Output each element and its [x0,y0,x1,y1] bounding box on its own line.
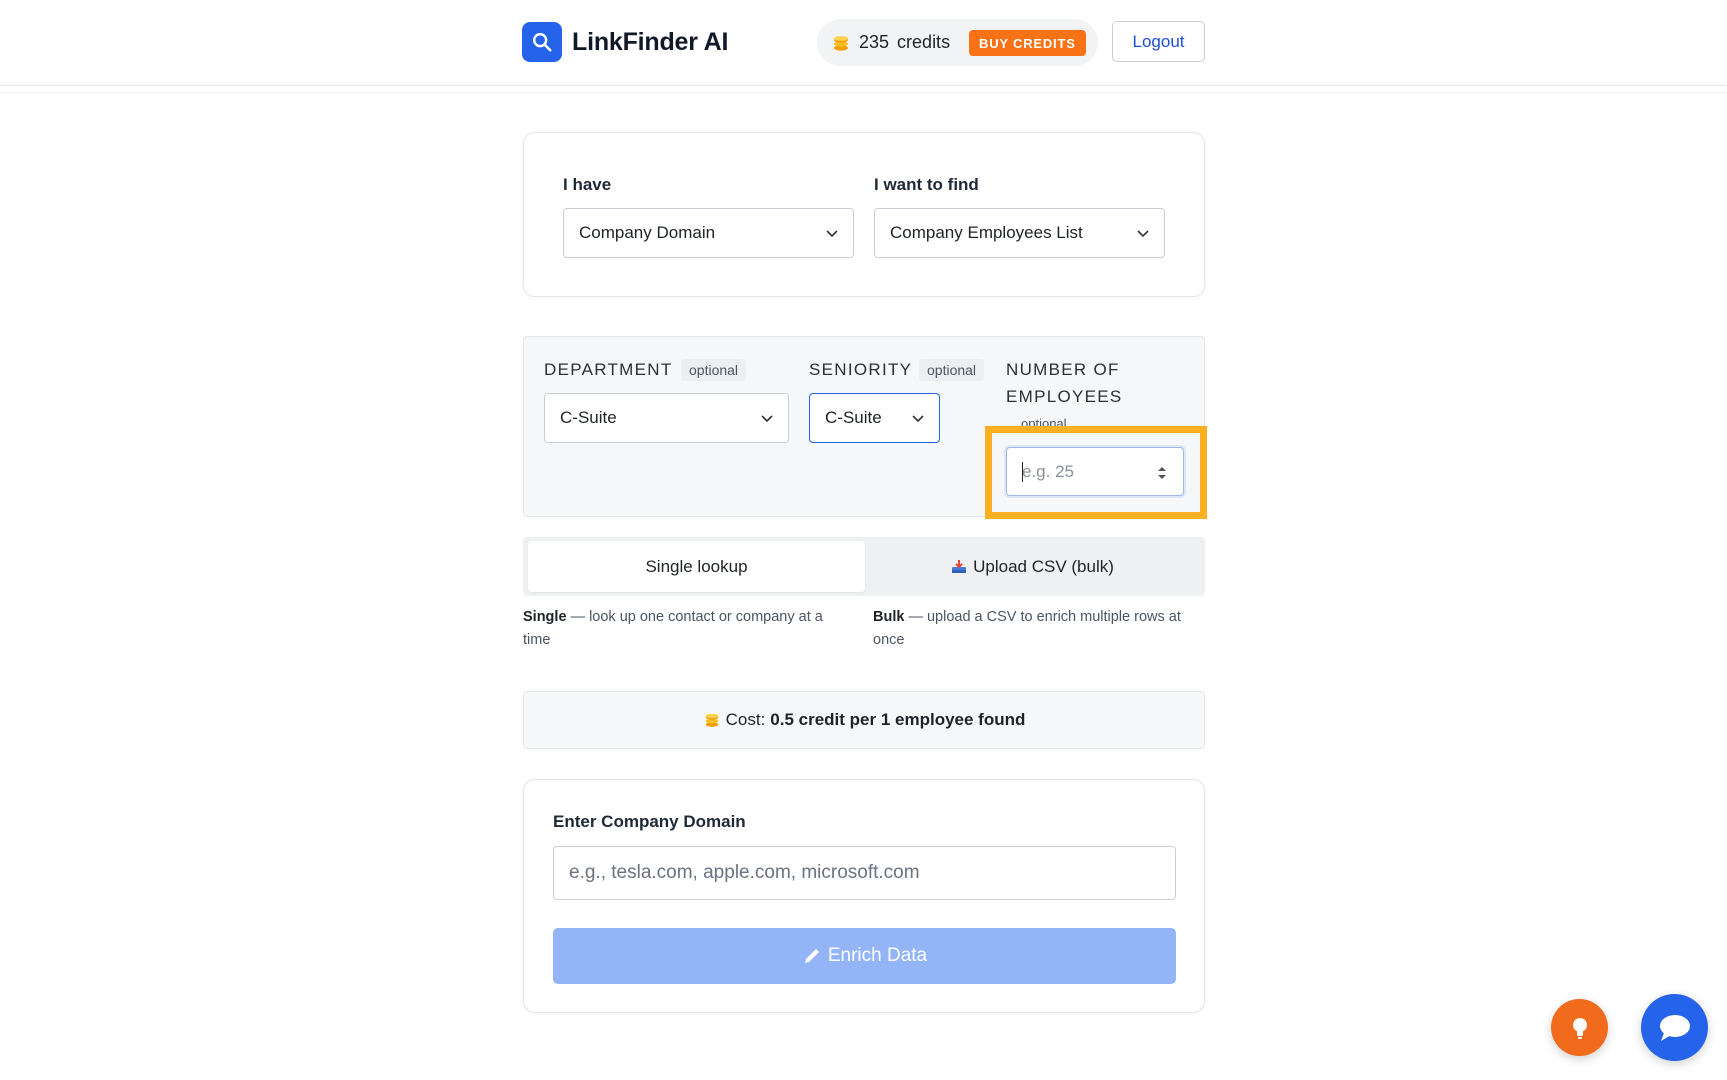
department-select[interactable]: C-Suite [544,393,789,443]
chat-bubble-icon [1659,1014,1690,1041]
credits-count: 235 [859,32,890,52]
department-select-value: C-Suite [560,408,617,427]
single-desc-text: — look up one contact or company at a ti… [523,609,823,648]
chevron-down-icon [826,230,838,238]
cost-value: 0.5 credit per 1 employee found [770,710,1026,729]
chevron-down-icon [912,415,924,423]
buy-credits-button[interactable]: BUY CREDITS [969,30,1086,56]
find-label: I want to find [874,175,979,194]
credits-label: credits [897,32,951,52]
enrich-data-button[interactable]: Enrich Data [553,928,1176,984]
department-optional-badge: optional [681,359,747,381]
find-select-value: Company Employees List [890,223,1083,242]
seniority-select-value: C-Suite [825,408,882,427]
seniority-optional-badge: optional [919,359,985,381]
top-header: LinkFinder AI 235 credits BUY CREDITS Lo… [0,0,1727,93]
tab-single-lookup[interactable]: Single lookup [528,541,865,592]
bulk-desc-bold: Bulk [873,609,905,625]
lookup-mode-tabs: Single lookup Upload CSV (bulk) [523,537,1205,596]
enrich-data-label: Enrich Data [827,945,928,966]
cost-info: Cost: 0.5 credit per 1 employee found [523,691,1205,749]
lightbulb-icon [1572,1017,1587,1039]
find-select[interactable]: Company Employees List [874,208,1165,258]
department-label: DEPARTMENT [544,360,673,379]
chat-button[interactable] [1641,994,1708,1061]
bulk-desc-text: — upload a CSV to enrich multiple rows a… [873,609,1181,648]
tips-button[interactable] [1551,999,1608,1056]
brand[interactable]: LinkFinder AI [522,22,728,62]
bulk-description: Bulk — upload a CSV to enrich multiple r… [873,606,1205,652]
domain-label: Enter Company Domain [553,812,746,831]
num-employees-placeholder: e.g. 25 [1022,461,1074,481]
single-description: Single — look up one contact or company … [523,606,853,652]
have-select-value: Company Domain [579,223,716,242]
search-icon [522,22,562,62]
domain-form-card: Enter Company Domain Enrich Data [523,779,1205,1013]
seniority-select[interactable]: C-Suite [809,393,940,443]
source-target-card: I have Company Domain I want to find Com… [523,132,1205,297]
pencil-icon [804,949,819,963]
text-caret [1022,462,1023,482]
num-employees-label-line1: NUMBER OF [1006,360,1120,379]
tab-bulk-label: Upload CSV (bulk) [973,556,1114,576]
inbox-tray-icon [952,559,967,573]
coins-icon [831,33,851,53]
spinner-arrows-icon[interactable] [1157,465,1167,481]
brand-name: LinkFinder AI [572,27,729,56]
single-desc-bold: Single [523,609,567,625]
chevron-down-icon [1137,230,1149,238]
logout-button[interactable]: Logout [1112,21,1205,62]
num-employees-input[interactable]: e.g. 25 [1006,447,1184,496]
seniority-label: SENIORITY [809,360,913,379]
coins-icon [705,713,718,727]
num-employees-label-line2: EMPLOYEES [1006,387,1123,406]
have-select[interactable]: Company Domain [563,208,854,258]
tab-single-label: Single lookup [645,556,748,576]
chevron-down-icon [761,415,773,423]
have-label: I have [563,175,612,194]
tab-upload-csv[interactable]: Upload CSV (bulk) [865,541,1200,592]
num-employees-optional-badge: optional [1021,416,1067,431]
cost-prefix: Cost: [725,710,766,729]
domain-input[interactable] [553,846,1176,900]
credits-pill: 235 credits BUY CREDITS [817,19,1098,66]
